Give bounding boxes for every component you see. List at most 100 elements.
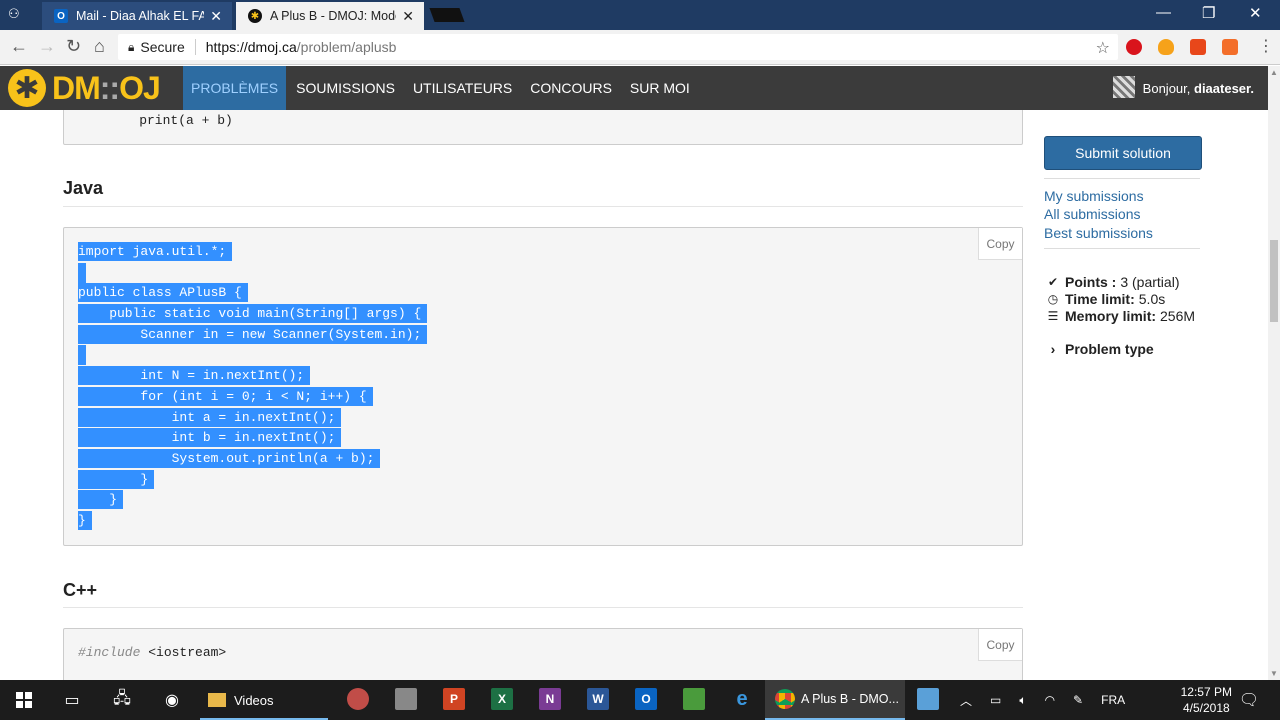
clock[interactable]: 12:57 PM 4/5/2018	[1181, 684, 1232, 716]
divider	[1044, 248, 1200, 249]
problem-content: print(a + b) Java Copy import java.util.…	[0, 110, 1268, 680]
all-submissions-link[interactable]: All submissions	[1044, 206, 1140, 222]
chevron-up-icon[interactable]: ︿	[960, 692, 972, 709]
task-view-icon[interactable]: ▭	[52, 680, 92, 720]
bookmark-star-icon[interactable]: ☆	[1096, 38, 1110, 58]
edge-icon[interactable]: e	[731, 688, 753, 710]
code-line: #include <iostream>	[78, 645, 227, 660]
incognito-icon: ⚇	[8, 6, 20, 21]
system-tray: ︿ ▭ 🔈︎ ◠ ✎ FRA	[960, 680, 1125, 720]
page-scrollbar[interactable]: ▲ ▼	[1268, 66, 1280, 680]
dmoj-star-icon: ✱	[8, 69, 46, 107]
language-indicator[interactable]: FRA	[1101, 693, 1125, 707]
scroll-thumb[interactable]	[1270, 240, 1278, 322]
nav-contests[interactable]: CONCOURS	[522, 66, 620, 110]
my-submissions-link[interactable]: My submissions	[1044, 188, 1144, 204]
clock-date: 4/5/2018	[1182, 701, 1230, 715]
volume-icon[interactable]: 🔈︎	[1019, 693, 1026, 708]
code-line: import java.util.*;	[78, 242, 427, 263]
main-nav: PROBLÈMES SOUMISSIONS UTILISATEURS CONCO…	[183, 66, 700, 110]
chrome-icon	[775, 689, 795, 709]
outlook-icon[interactable]: O	[635, 688, 657, 710]
java-heading: Java	[63, 178, 104, 198]
pen-icon[interactable]: ✎	[1073, 693, 1083, 707]
dmoj-star-icon: ✱	[248, 9, 262, 23]
tab-dmoj[interactable]: ✱ A Plus B - DMOJ: Moder ✕	[236, 2, 424, 30]
home-icon[interactable]: ⌂	[94, 36, 105, 57]
nav-problems[interactable]: PROBLÈMES	[183, 66, 287, 110]
extension-icon[interactable]	[1126, 39, 1142, 55]
scroll-up-icon[interactable]: ▲	[1270, 68, 1278, 77]
copy-button[interactable]: Copy	[978, 228, 1022, 260]
submit-solution-button[interactable]: Submit solution	[1044, 136, 1202, 170]
best-submissions-link[interactable]: Best submissions	[1044, 225, 1153, 241]
clock-icon: ◷	[1047, 292, 1059, 306]
onenote-icon[interactable]: N	[539, 688, 561, 710]
windows-start-icon[interactable]	[0, 680, 48, 720]
url-domain: https://dmoj.ca	[205, 39, 297, 55]
code-line: }	[78, 469, 427, 491]
tab-title: A Plus B - DMOJ: Moder	[270, 9, 397, 23]
secure-label: Secure	[140, 39, 196, 55]
outlook-mail-icon: O	[54, 9, 68, 23]
paint-app-icon[interactable]	[347, 688, 369, 710]
minimize-icon[interactable]: —	[1156, 4, 1171, 21]
scroll-down-icon[interactable]: ▼	[1270, 669, 1278, 678]
code-line: int N = in.nextInt();	[78, 366, 427, 387]
code-line: public static void main(String[] args) {	[78, 304, 428, 325]
code-line: int a = in.nextInt();	[78, 407, 427, 429]
site-navbar: ✱ DM::OJ PROBLÈMES SOUMISSIONS UTILISATE…	[0, 66, 1268, 110]
new-tab-button[interactable]	[429, 8, 465, 22]
extension-icon[interactable]	[1222, 39, 1238, 55]
nav-about[interactable]: SUR MOI	[622, 66, 698, 110]
forward-icon[interactable]: →	[38, 36, 56, 57]
code-line	[78, 345, 427, 366]
explorer-videos-button[interactable]: Videos	[200, 680, 328, 720]
memory-icon: ☰	[1047, 309, 1059, 323]
nav-users[interactable]: UTILISATEURS	[405, 66, 520, 110]
office-extension-icon[interactable]	[1190, 39, 1206, 55]
time-limit-info: ◷ Time limit: 5.0s	[1047, 291, 1166, 307]
tab-mail[interactable]: O Mail - Diaa Alhak EL FALI ✕	[42, 2, 232, 30]
videos-label: Videos	[234, 692, 274, 708]
memory-limit-info: ☰ Memory limit: 256M	[1047, 308, 1196, 324]
app-icon[interactable]	[683, 688, 705, 710]
active-window-label: A Plus B - DMO...	[801, 692, 899, 706]
media-app-icon[interactable]: ◉	[150, 680, 194, 720]
app-icon[interactable]	[395, 688, 417, 710]
folder-icon	[208, 693, 226, 707]
lock-icon: 🔒︎	[128, 39, 135, 54]
close-window-icon[interactable]: ✕	[1249, 4, 1262, 22]
app-icon[interactable]	[917, 688, 939, 710]
word-icon[interactable]: W	[587, 688, 609, 710]
tab-title: Mail - Diaa Alhak EL FALI	[76, 9, 205, 23]
divider	[63, 206, 1023, 207]
restore-icon[interactable]: ❐	[1202, 4, 1215, 22]
reload-icon[interactable]: ↻	[66, 36, 81, 57]
code-line: public class APlusB {	[78, 283, 427, 304]
dmoj-logo[interactable]: ✱ DM::OJ	[8, 69, 161, 107]
extension-bulb-icon[interactable]	[1158, 39, 1174, 55]
address-toolbar: ← → ↻ ⌂ 🔒︎ Secure https://dmoj.ca/proble…	[0, 30, 1280, 65]
taskbar-chrome-active[interactable]: A Plus B - DMO...	[765, 680, 905, 720]
address-input[interactable]: 🔒︎ Secure https://dmoj.ca/problem/aplusb	[118, 34, 1118, 60]
network-app-icon[interactable]: 🖧︎	[100, 680, 144, 720]
points-info: ✔ Points :3 (partial)	[1047, 274, 1180, 290]
close-tab-icon[interactable]: ✕	[402, 8, 414, 25]
problem-type-toggle[interactable]: › Problem type	[1046, 341, 1158, 357]
copy-button[interactable]: Copy	[978, 629, 1022, 661]
menu-icon[interactable]: ⋮	[1258, 36, 1274, 56]
greeting: Bonjour,	[1142, 80, 1191, 96]
url-path: /problem/aplusb	[296, 39, 397, 55]
nav-submissions[interactable]: SOUMISSIONS	[288, 66, 403, 110]
battery-icon[interactable]: ▭	[990, 693, 1001, 707]
powerpoint-icon[interactable]: P	[443, 688, 465, 710]
user-menu[interactable]: Bonjour, diaateser.	[1112, 76, 1254, 98]
code-line: for (int i = 0; i < N; i++) {	[78, 386, 427, 408]
code-line	[78, 262, 427, 284]
close-tab-icon[interactable]: ✕	[210, 8, 222, 25]
excel-icon[interactable]: X	[491, 688, 513, 710]
notifications-icon[interactable]: 🗨︎	[1234, 680, 1264, 720]
back-icon[interactable]: ←	[10, 36, 28, 57]
wifi-icon[interactable]: ◠	[1045, 693, 1055, 707]
